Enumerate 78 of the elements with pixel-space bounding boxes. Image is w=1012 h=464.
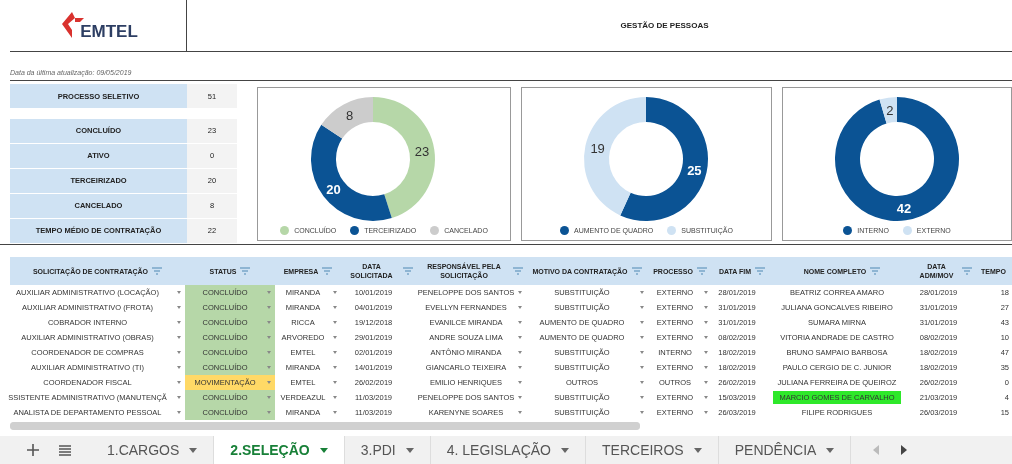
dropdown-caret-icon[interactable] bbox=[704, 351, 708, 354]
dropdown-caret-icon[interactable] bbox=[267, 381, 271, 384]
dropdown-caret-icon[interactable] bbox=[267, 396, 271, 399]
dropdown-caret-icon[interactable] bbox=[640, 411, 644, 414]
dropdown-caret-icon[interactable] bbox=[267, 351, 271, 354]
dropdown-caret-icon[interactable] bbox=[177, 381, 181, 384]
add-sheet-icon[interactable] bbox=[27, 444, 39, 456]
dropdown-caret-icon[interactable] bbox=[640, 291, 644, 294]
dropdown-caret-icon[interactable] bbox=[177, 321, 181, 324]
dropdown-caret-icon[interactable] bbox=[267, 336, 271, 339]
dropdown-caret-icon[interactable] bbox=[704, 381, 708, 384]
dropdown-caret-icon[interactable] bbox=[518, 411, 522, 414]
dropdown-caret-icon[interactable] bbox=[640, 396, 644, 399]
caret-icon[interactable] bbox=[826, 447, 835, 453]
dropdown-caret-icon[interactable] bbox=[177, 396, 181, 399]
dropdown-caret-icon[interactable] bbox=[704, 336, 708, 339]
dropdown-caret-icon[interactable] bbox=[704, 321, 708, 324]
dropdown-caret-icon[interactable] bbox=[177, 291, 181, 294]
page-title: GESTÃO DE PESSOAS bbox=[619, 20, 710, 32]
logo-text: EMTEL bbox=[80, 21, 138, 42]
dropdown-caret-icon[interactable] bbox=[704, 366, 708, 369]
dropdown-caret-icon[interactable] bbox=[333, 411, 337, 414]
dropdown-caret-icon[interactable] bbox=[177, 306, 181, 309]
caret-icon[interactable] bbox=[561, 447, 569, 453]
caret-icon[interactable] bbox=[405, 447, 414, 453]
sheet-tab[interactable]: PENDÊNCIA bbox=[718, 436, 852, 464]
dropdown-caret-icon[interactable] bbox=[333, 366, 337, 369]
data-label: 8 bbox=[345, 108, 354, 124]
dropdown-caret-icon[interactable] bbox=[518, 291, 522, 294]
data-label: 20 bbox=[326, 181, 341, 197]
dropdown-caret-icon[interactable] bbox=[518, 351, 522, 354]
dropdown-caret-icon[interactable] bbox=[333, 396, 337, 399]
dropdown-caret-icon[interactable] bbox=[333, 321, 337, 324]
data-label: 42 bbox=[896, 201, 912, 216]
dropdown-caret-icon[interactable] bbox=[640, 321, 644, 324]
dropdown-caret-icon[interactable] bbox=[333, 306, 337, 309]
dropdown-caret-icon[interactable] bbox=[333, 291, 337, 294]
scrollbar-thumb[interactable] bbox=[10, 422, 640, 430]
dropdown-caret-icon[interactable] bbox=[518, 336, 522, 339]
dropdown-caret-icon[interactable] bbox=[704, 306, 708, 309]
dropdown-caret-icon[interactable] bbox=[333, 351, 337, 354]
data-label: 2 bbox=[886, 103, 894, 118]
dropdown-caret-icon[interactable] bbox=[333, 381, 337, 384]
sheet-tab[interactable]: 4. LEGISLAÇÃO bbox=[430, 436, 586, 464]
dropdown-caret-icon[interactable] bbox=[518, 396, 522, 399]
menu-icon[interactable] bbox=[59, 444, 71, 456]
dropdown-caret-icon[interactable] bbox=[267, 366, 271, 369]
dropdown-caret-icon[interactable] bbox=[640, 366, 644, 369]
dropdown-caret-icon[interactable] bbox=[267, 411, 271, 414]
dropdown-caret-icon[interactable] bbox=[640, 351, 644, 354]
dropdown-caret-icon[interactable] bbox=[640, 381, 644, 384]
dropdown-caret-icon[interactable] bbox=[704, 291, 708, 294]
scroll-right-icon[interactable] bbox=[901, 445, 908, 455]
caret-icon[interactable] bbox=[189, 447, 198, 453]
dropdown-caret-icon[interactable] bbox=[640, 336, 644, 339]
dropdown-caret-icon[interactable] bbox=[704, 396, 708, 399]
dropdown-caret-icon[interactable] bbox=[518, 366, 522, 369]
dropdown-caret-icon[interactable] bbox=[177, 411, 181, 414]
dropdown-caret-icon[interactable] bbox=[518, 381, 522, 384]
dropdown-caret-icon[interactable] bbox=[267, 291, 271, 294]
data-label: 23 bbox=[414, 144, 430, 160]
caret-icon[interactable] bbox=[319, 447, 328, 453]
sheet-tab[interactable]: TERCEIROS bbox=[586, 436, 719, 464]
dropdown-caret-icon[interactable] bbox=[640, 306, 644, 309]
data-label: 25 bbox=[687, 162, 702, 178]
data-label: 19 bbox=[590, 141, 605, 157]
dropdown-caret-icon[interactable] bbox=[267, 321, 271, 324]
dropdown-caret-icon[interactable] bbox=[518, 321, 522, 324]
caret-icon[interactable] bbox=[693, 447, 702, 453]
sheet-tab[interactable]: 3.PDI bbox=[344, 436, 431, 464]
dropdown-caret-icon[interactable] bbox=[177, 366, 181, 369]
sheet-tab[interactable]: 2.SELEÇÃO bbox=[214, 436, 345, 464]
dropdown-caret-icon[interactable] bbox=[333, 336, 337, 339]
dropdown-caret-icon[interactable] bbox=[518, 306, 522, 309]
dropdown-caret-icon[interactable] bbox=[704, 411, 708, 414]
dropdown-caret-icon[interactable] bbox=[177, 336, 181, 339]
dropdown-caret-icon[interactable] bbox=[267, 306, 271, 309]
dropdown-caret-icon[interactable] bbox=[177, 351, 181, 354]
